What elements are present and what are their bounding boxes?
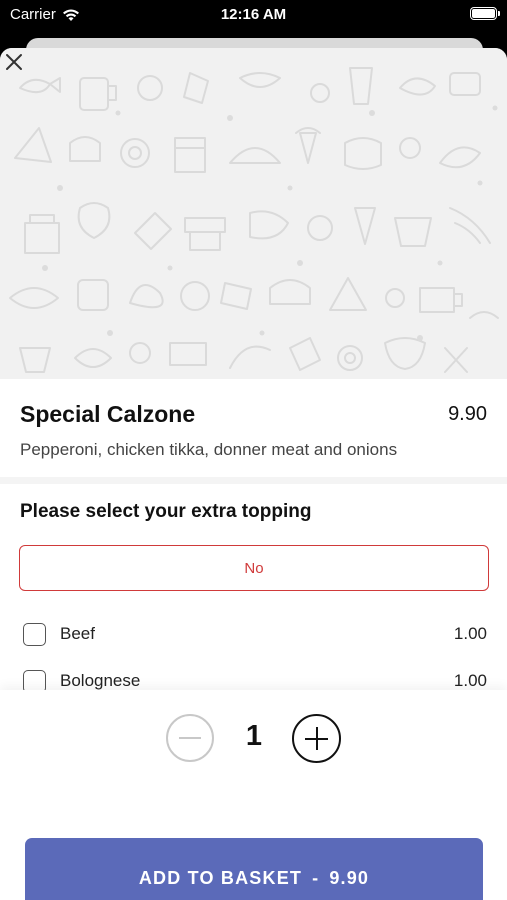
minus-icon[interactable] [166, 714, 214, 762]
checkbox-icon[interactable] [23, 623, 46, 646]
battery-icon [470, 7, 500, 20]
plus-icon[interactable] [292, 714, 341, 763]
option-label: Beef [60, 624, 95, 643]
product-description: Pepperoni, chicken tikka, donner meat an… [20, 440, 398, 459]
status-time: 12:16 AM [220, 6, 287, 23]
add-to-basket-button[interactable]: ADD TO BASKET - 9.90 [25, 838, 483, 900]
product-sheet: Special Calzone 9.90 Pepperoni, chicken … [0, 48, 507, 900]
add-button-price: 9.90 [329, 867, 370, 888]
close-icon[interactable] [0, 48, 28, 76]
add-button-label: ADD TO BASKET [138, 867, 303, 888]
no-topping-button[interactable]: No [19, 545, 489, 591]
option-row-beef[interactable]: Beef 1.00 [0, 614, 507, 654]
basket-footer: 1 ADD TO BASKET - 9.90 [0, 690, 507, 900]
option-price: 1.00 [453, 671, 487, 690]
checkbox-icon[interactable] [23, 670, 46, 690]
option-row-bolognese[interactable]: Bolognese 1.00 [0, 661, 507, 690]
product-name: Special Calzone [20, 401, 196, 427]
product-price: 9.90 [448, 403, 487, 425]
quantity-stepper: 1 [0, 714, 507, 764]
option-label: Bolognese [60, 671, 141, 690]
product-header: Special Calzone 9.90 Pepperoni, chicken … [0, 379, 507, 477]
product-image [0, 48, 507, 379]
add-button-separator: - [312, 867, 320, 888]
option-price: 1.00 [453, 624, 487, 643]
topping-options: Please select your extra topping No Beef… [0, 484, 507, 690]
section-divider [0, 477, 507, 484]
quantity-value: 1 [245, 720, 263, 752]
food-pattern [9, 67, 499, 373]
status-bar: Carrier 12:16 AM [0, 0, 507, 30]
options-title: Please select your extra topping [20, 501, 312, 522]
